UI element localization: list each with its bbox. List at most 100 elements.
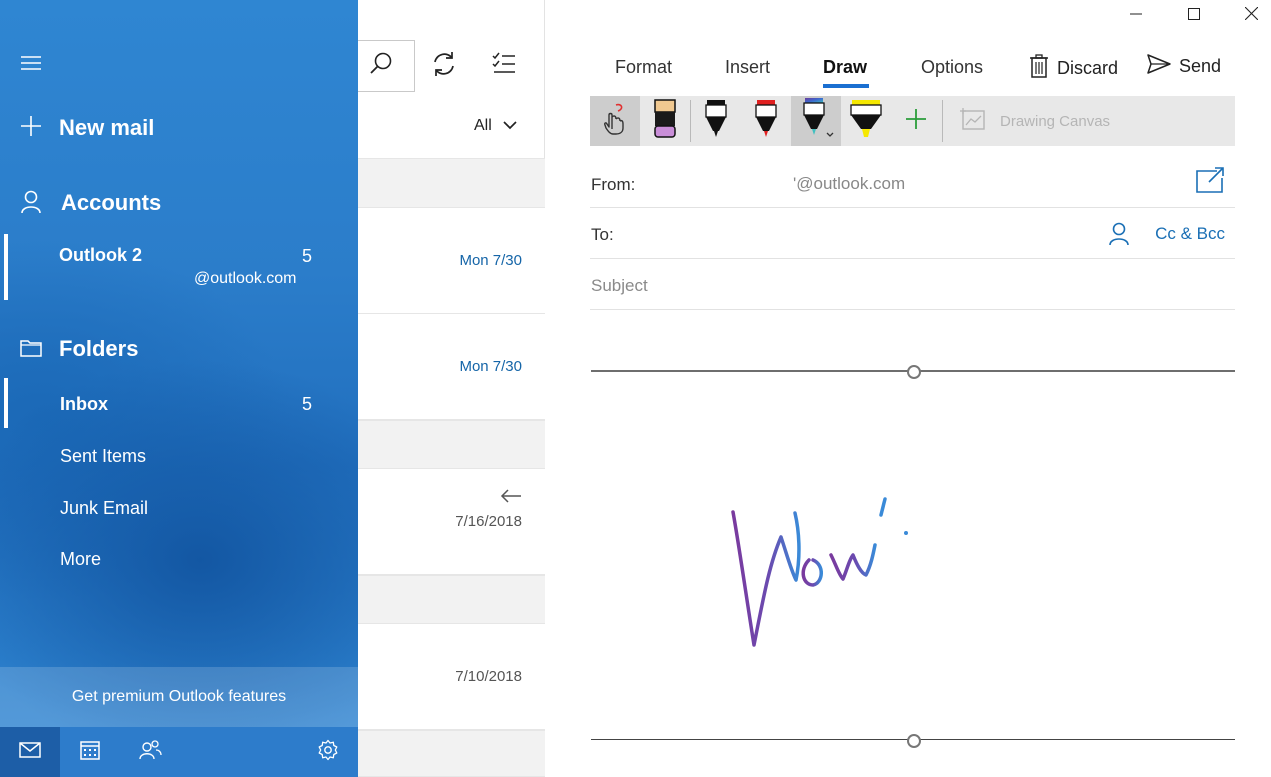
contact-picker-icon[interactable] (1109, 222, 1129, 251)
message-date: 7/16/2018 (455, 513, 522, 530)
eraser-icon (654, 98, 676, 144)
canvas-resize-handle-bottom[interactable] (907, 734, 921, 748)
premium-banner-button[interactable]: Get premium Outlook features (0, 667, 358, 727)
accounts-header[interactable]: Accounts (0, 182, 358, 222)
list-item[interactable]: Mon 7/30 (358, 208, 545, 314)
popout-icon[interactable] (1195, 166, 1225, 199)
navigation-pane: New mail Accounts Outlook 2 5 @outlook.c… (0, 0, 358, 777)
selection-indicator (4, 378, 8, 428)
checklist-icon (490, 50, 518, 83)
message-list-pane: All Mon 7/30 Mon 7/30 7/16/2018 7/10/201… (348, 0, 545, 777)
person-icon (18, 189, 44, 215)
draw-toolbar: Drawing Canvas (590, 96, 1235, 146)
date-group-header (358, 730, 545, 777)
compose-pane: Format Insert Draw Options Discard Send (545, 0, 1271, 777)
discard-button[interactable]: Discard (1029, 54, 1118, 83)
new-mail-label: New mail (59, 115, 155, 140)
drawing-canvas-label: Drawing Canvas (1000, 112, 1111, 130)
from-field[interactable]: From: '@outlook.com (590, 160, 1235, 208)
new-mail-button[interactable]: New mail (0, 105, 358, 149)
pen-galaxy-button[interactable] (791, 96, 841, 146)
filter-dropdown[interactable]: All (474, 117, 518, 135)
calendar-button[interactable] (60, 727, 120, 777)
from-label: From: (591, 175, 636, 194)
discard-label: Discard (1057, 58, 1119, 78)
account-item-outlook-2[interactable]: Outlook 2 5 @outlook.com (0, 234, 358, 302)
folder-item-inbox[interactable]: Inbox 5 (0, 378, 358, 430)
premium-label: Get premium Outlook features (71, 688, 287, 705)
sync-icon (430, 50, 458, 83)
minimize-button[interactable] (1121, 4, 1151, 28)
pen-galaxy-icon (797, 97, 835, 146)
hamburger-icon (20, 54, 42, 77)
pen-red-button[interactable] (741, 96, 791, 146)
eraser-button[interactable] (640, 96, 690, 146)
folders-header[interactable]: Folders (0, 328, 358, 368)
mail-icon (19, 741, 41, 763)
hamburger-menu-button[interactable] (18, 52, 44, 78)
cc-bcc-button[interactable]: Cc & Bcc (1155, 224, 1225, 244)
tab-format[interactable]: Format (615, 57, 672, 78)
folders-label: Folders (59, 336, 139, 361)
tab-insert[interactable]: Insert (725, 57, 770, 78)
folder-label: Sent Items (60, 446, 147, 466)
selection-indicator (4, 234, 8, 300)
search-icon (368, 51, 394, 82)
to-field[interactable]: To: Cc & Bcc (590, 208, 1235, 259)
settings-icon (317, 739, 339, 766)
pen-black-button[interactable] (691, 96, 741, 146)
folder-label: Junk Email (60, 498, 149, 518)
pen-black-icon (704, 99, 728, 144)
people-button[interactable] (120, 727, 180, 777)
filter-label: All (474, 117, 492, 134)
account-unread-count: 5 (302, 246, 313, 266)
maximize-button[interactable] (1179, 4, 1209, 28)
settings-button[interactable] (298, 727, 358, 777)
send-label: Send (1179, 56, 1222, 76)
search-button[interactable] (348, 40, 415, 92)
subject-field[interactable]: Subject (590, 259, 1235, 310)
list-item[interactable]: 7/10/2018 (358, 624, 545, 730)
active-tab-indicator (823, 84, 869, 88)
folder-count: 5 (302, 394, 313, 414)
account-email: @outlook.com (194, 270, 297, 287)
minimize-icon (1130, 7, 1142, 25)
selection-mode-button[interactable] (490, 52, 518, 80)
folder-item-junk-email[interactable]: Junk Email (0, 482, 358, 534)
close-button[interactable] (1236, 4, 1266, 28)
list-item[interactable]: 7/16/2018 (358, 469, 545, 575)
highlighter-yellow-button[interactable] (841, 96, 891, 146)
touch-draw-icon (600, 103, 630, 140)
send-icon (1147, 54, 1171, 79)
tab-options[interactable]: Options (921, 57, 983, 78)
drawing-canvas-button[interactable]: Drawing Canvas (960, 96, 1110, 146)
message-date: 7/10/2018 (455, 668, 522, 685)
folder-icon (18, 335, 44, 361)
people-icon (138, 739, 162, 765)
drawing-canvas[interactable] (591, 365, 1235, 749)
plus-icon (18, 113, 44, 139)
pen-red-icon (754, 99, 778, 144)
subject-placeholder: Subject (591, 276, 648, 295)
from-value: '@outlook.com (793, 174, 906, 193)
folder-label: Inbox (60, 394, 108, 414)
chevron-down-icon (502, 117, 518, 135)
date-group-header (358, 420, 545, 469)
send-button[interactable]: Send (1147, 54, 1221, 79)
app-switcher-bar (0, 727, 358, 777)
to-label: To: (591, 225, 614, 244)
sync-button[interactable] (430, 50, 458, 83)
folder-item-more[interactable]: More (0, 533, 358, 585)
touch-draw-button[interactable] (590, 96, 640, 146)
add-pen-button[interactable] (891, 96, 941, 146)
maximize-icon (1188, 7, 1200, 25)
tab-draw[interactable]: Draw (823, 57, 867, 78)
account-name: Outlook 2 (59, 245, 143, 265)
mail-button[interactable] (0, 727, 60, 777)
list-item[interactable]: Mon 7/30 (358, 314, 545, 420)
accounts-label: Accounts (61, 190, 162, 215)
message-date: Mon 7/30 (459, 358, 522, 375)
ink-drawing (731, 497, 908, 647)
folder-item-sent-items[interactable]: Sent Items (0, 430, 358, 482)
calendar-icon (80, 740, 100, 765)
